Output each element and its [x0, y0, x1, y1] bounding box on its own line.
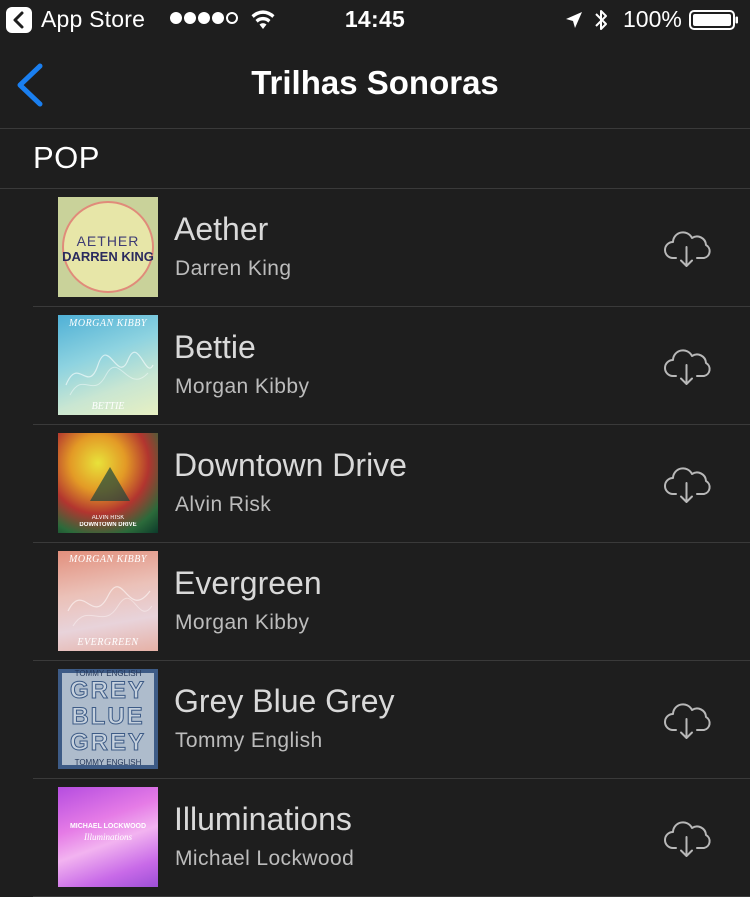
track-title: Evergreen [174, 565, 322, 601]
cloud-download-icon [664, 231, 711, 267]
track-list: AETHER DARREN KING Aether Darren King MO… [0, 189, 750, 897]
album-art-text: BETTIE [91, 401, 125, 412]
album-art: MORGAN KIBBY BETTIE [58, 315, 158, 415]
track-row[interactable]: MORGAN KIBBY EVERGREEN Evergreen Morgan … [0, 543, 750, 661]
track-row[interactable]: MORGAN KIBBY BETTIE Bettie Morgan Kibby [0, 307, 750, 425]
album-art-text: MICHAEL LOCKWOOD [69, 823, 147, 830]
track-artist: Darren King [175, 257, 292, 280]
download-button[interactable] [662, 819, 714, 859]
download-button[interactable] [662, 229, 714, 269]
navigation-bar: Trilhas Sonoras [0, 40, 750, 129]
album-art-text: DOWNTOWN DRIVE [79, 522, 137, 528]
track-artist: Morgan Kibby [175, 375, 310, 398]
location-arrow-icon [566, 12, 582, 28]
cloud-download-icon [664, 703, 711, 739]
album-art: MORGAN KIBBY EVERGREEN [58, 551, 158, 651]
track-title: Illuminations [174, 801, 352, 837]
album-art: ALVIN RISK DOWNTOWN DRIVE [58, 433, 158, 533]
track-artist: Morgan Kibby [175, 611, 310, 634]
album-art-text: TOMMY ENGLISH [74, 758, 142, 767]
album-art-text: BLUE [71, 703, 145, 731]
album-art-scribble [65, 351, 154, 396]
track-artist: Michael Lockwood [175, 847, 355, 870]
album-art-scribble [67, 586, 153, 627]
album-art-triangle [90, 467, 130, 501]
track-row[interactable]: AETHER DARREN KING Aether Darren King [0, 189, 750, 307]
track-title: Downtown Drive [174, 447, 407, 483]
album-art-text: DARREN KING [62, 249, 154, 264]
track-row[interactable]: MICHAEL LOCKWOOD Illuminations Illuminat… [0, 779, 750, 897]
track-row[interactable]: TOMMY ENGLISH GREY BLUE GREY TOMMY ENGLI… [0, 661, 750, 779]
cloud-download-icon [664, 467, 711, 503]
page-title: Trilhas Sonoras [251, 64, 499, 101]
battery-percent: 100% [623, 6, 682, 32]
album-art-text: GREY [69, 729, 146, 757]
album-art: MICHAEL LOCKWOOD Illuminations [58, 787, 158, 887]
battery-icon [689, 10, 738, 30]
track-artist: Alvin Risk [175, 493, 272, 516]
download-button[interactable] [662, 701, 714, 741]
bluetooth-icon [595, 10, 607, 30]
track-artist: Tommy English [175, 729, 323, 752]
section-header: POP [0, 129, 750, 189]
download-button[interactable] [662, 347, 714, 387]
album-art-text: GREY [69, 677, 146, 705]
track-title: Bettie [174, 329, 256, 365]
album-art-text: EVERGREEN [77, 637, 139, 648]
track-title: Aether [174, 211, 269, 247]
download-button[interactable] [662, 465, 714, 505]
cloud-download-icon [664, 349, 711, 385]
track-row[interactable]: ALVIN RISK DOWNTOWN DRIVE Downtown Drive… [0, 425, 750, 543]
track-title: Grey Blue Grey [174, 683, 395, 719]
album-art-text: AETHER [76, 233, 140, 249]
album-art-text: ALVIN RISK [91, 515, 125, 521]
status-bar: App Store 14:45 100% [0, 0, 750, 40]
cloud-download-icon [664, 821, 711, 857]
section-title: POP [33, 140, 100, 175]
album-art: TOMMY ENGLISH GREY BLUE GREY TOMMY ENGLI… [58, 669, 158, 769]
album-art-text: Illuminations [83, 832, 132, 842]
album-art: AETHER DARREN KING [58, 197, 158, 297]
